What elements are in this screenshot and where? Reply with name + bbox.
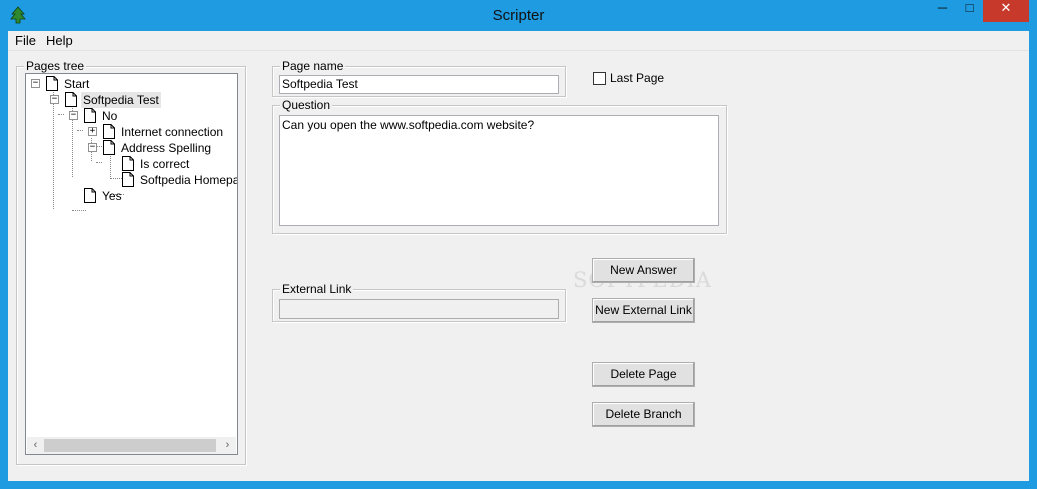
collapse-icon[interactable]: −	[50, 95, 59, 104]
new-external-link-button[interactable]: New External Link	[592, 298, 695, 323]
app-window: Scripter ─ □ ✕ File Help Pages tree − St…	[0, 0, 1037, 489]
menu-help[interactable]: Help	[46, 33, 73, 48]
tree-node-label: Start	[64, 77, 90, 91]
collapse-icon[interactable]: −	[69, 111, 78, 120]
new-answer-button[interactable]: New Answer	[592, 258, 695, 283]
last-page-label: Last Page	[610, 71, 665, 85]
page-icon	[103, 140, 115, 155]
tree-node-softpedia-test[interactable]: − Softpedia Test	[26, 92, 237, 108]
tree-node-label: No	[102, 109, 118, 123]
page-icon	[65, 92, 77, 107]
tree-node-address-spelling[interactable]: − Address Spelling	[26, 140, 237, 156]
tree-node-label: Internet connection	[121, 125, 224, 139]
page-icon	[84, 108, 96, 123]
tree-node-is-correct[interactable]: Is correct	[26, 156, 237, 172]
menu-bar: File Help	[8, 31, 1029, 51]
question-textarea[interactable]: Can you open the www.softpedia.com websi…	[279, 115, 719, 226]
last-page-checkbox[interactable]	[593, 72, 606, 85]
tree-node-label: Yes	[102, 189, 122, 203]
title-bar[interactable]: Scripter ─ □ ✕	[0, 0, 1037, 31]
tree-node-start[interactable]: − Start	[26, 76, 237, 92]
tree-node-label: Softpedia Test	[81, 92, 161, 108]
delete-branch-button[interactable]: Delete Branch	[592, 402, 695, 427]
scroll-thumb[interactable]	[44, 439, 216, 452]
collapse-icon[interactable]: −	[88, 143, 97, 152]
page-icon	[122, 156, 134, 171]
tree-node-label: Address Spelling	[121, 141, 212, 155]
tree-node-no[interactable]: − No	[26, 108, 237, 124]
external-link-label: External Link	[280, 282, 354, 296]
delete-page-button[interactable]: Delete Page	[592, 362, 695, 387]
window-title: Scripter	[492, 7, 545, 24]
close-button[interactable]: ✕	[983, 0, 1029, 22]
tree-node-yes[interactable]: Yes	[26, 188, 237, 204]
page-icon	[84, 188, 96, 203]
minimize-button[interactable]: ─	[929, 0, 956, 22]
question-label: Question	[280, 98, 333, 112]
page-name-label: Page name	[280, 59, 346, 73]
menu-file[interactable]: File	[15, 33, 36, 48]
pages-tree[interactable]: − Start − Softpedia Test − No + Internet…	[25, 73, 238, 455]
page-name-input[interactable]: Softpedia Test	[279, 75, 559, 94]
horizontal-scrollbar[interactable]: ‹ ›	[27, 437, 236, 454]
page-icon	[46, 76, 58, 91]
tree-node-internet-connection[interactable]: + Internet connection	[26, 124, 237, 140]
pages-tree-label: Pages tree	[24, 59, 87, 73]
scroll-right-icon[interactable]: ›	[219, 437, 236, 454]
tree-node-label: Softpedia Homepage	[140, 173, 237, 187]
expand-icon[interactable]: +	[88, 127, 97, 136]
tree-node-label: Is correct	[140, 157, 190, 171]
scroll-left-icon[interactable]: ‹	[27, 437, 44, 454]
collapse-icon[interactable]: −	[31, 79, 40, 88]
client-area: File Help Pages tree − Start − Softpedia…	[8, 31, 1029, 481]
external-link-input[interactable]	[279, 299, 559, 319]
page-icon	[103, 124, 115, 139]
tree-node-softpedia-homepage[interactable]: Softpedia Homepage	[26, 172, 237, 188]
page-icon	[122, 172, 134, 187]
maximize-button[interactable]: □	[956, 0, 983, 22]
